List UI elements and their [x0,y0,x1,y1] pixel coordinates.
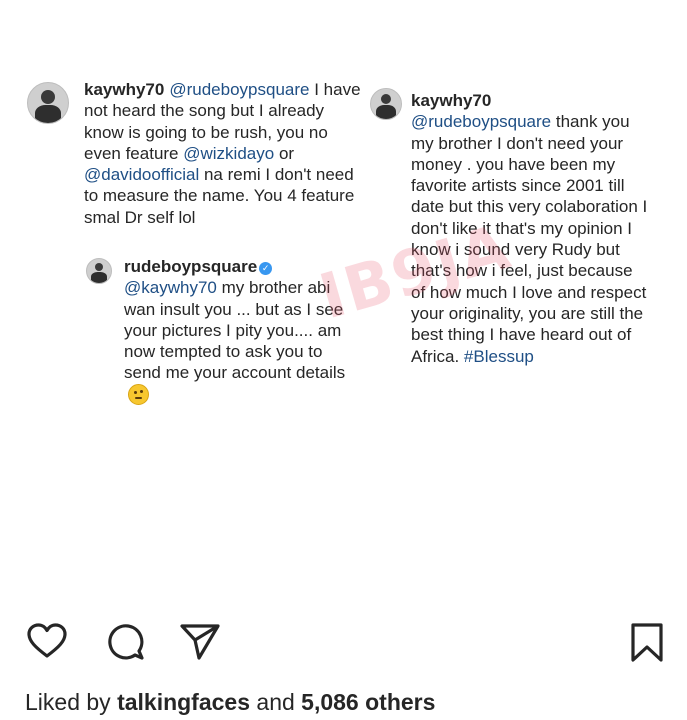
mention-link[interactable]: @kaywhy70 [124,278,217,297]
likes-prefix: Liked by [25,689,111,715]
bookmark-icon[interactable] [625,620,669,664]
share-icon[interactable] [178,620,222,664]
comment-text: thank you my brother I don't need your m… [411,112,648,366]
heart-icon[interactable] [25,620,69,664]
comment-username[interactable]: kaywhy70 [84,80,164,99]
thinking-face-icon [128,383,149,405]
avatar[interactable] [370,88,402,120]
mention-link[interactable]: @davidoofficial [84,165,199,184]
reply-username[interactable]: rudeboypsquare [124,257,257,276]
left-comment: kaywhy70 @rudeboypsquare I have not heard… [84,79,362,228]
comment-text: or [278,143,295,163]
reply-comment: rudeboypsquare ✓ @kaywhy70 my brother abi… [124,256,346,407]
mention-link[interactable]: @wizkidayo [183,144,274,163]
comment-icon[interactable] [103,620,147,664]
verified-badge-icon: ✓ [259,262,273,275]
likes-summary: Liked by talkingfaces and 5,086 others [25,689,435,716]
likes-count-link[interactable]: 5,086 others [301,689,435,715]
action-bar [0,612,687,672]
avatar[interactable] [86,258,112,284]
hashtag-link[interactable]: #Blessup [464,347,534,366]
comment-username[interactable]: kaywhy70 [411,91,491,110]
mention-link[interactable]: @rudeboypsquare [169,80,309,99]
avatar[interactable] [27,82,69,124]
post-image: kaywhy70 @rudeboypsquare I have not heard… [0,0,687,600]
likes-middle: and [256,689,295,715]
mention-link[interactable]: @rudeboypsquare [411,112,551,131]
liked-by-user-link[interactable]: talkingfaces [117,689,250,715]
right-comment: kaywhy70 @rudeboypsquare thank you my br… [411,90,649,367]
